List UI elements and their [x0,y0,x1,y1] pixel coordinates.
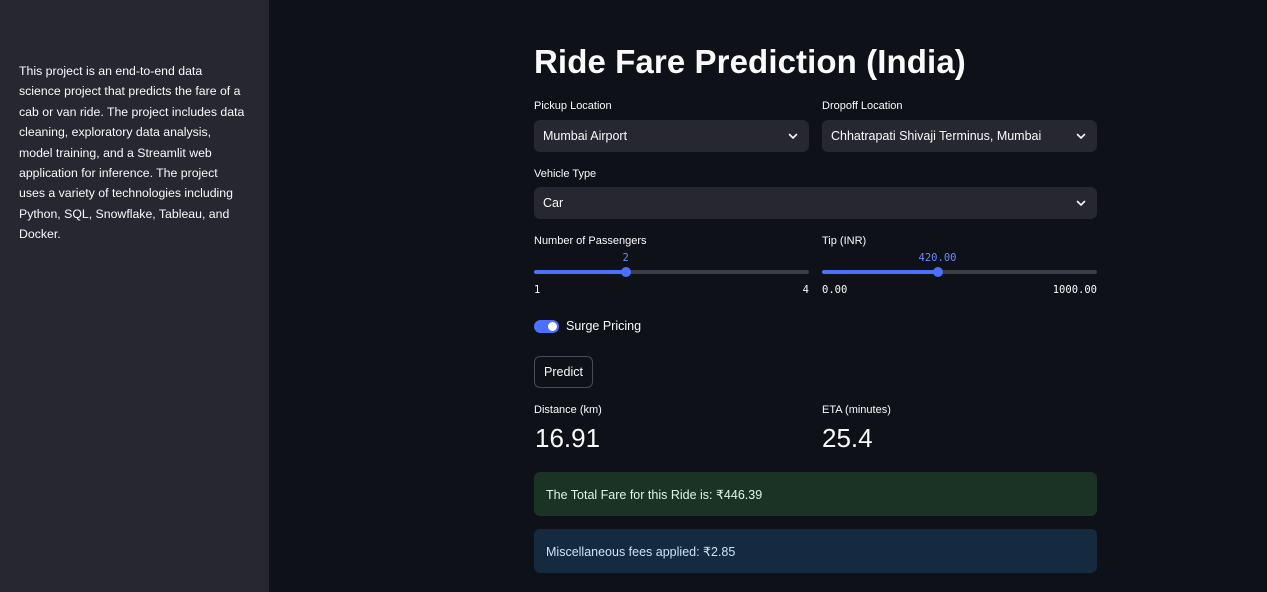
dropoff-select[interactable]: Chhatrapati Shivaji Terminus, Mumbai [822,120,1097,152]
chevron-down-icon [1075,130,1087,142]
tip-fill [822,270,938,274]
dropoff-value: Chhatrapati Shivaji Terminus, Mumbai [831,129,1042,143]
main-content: Ride Fare Prediction (India) Pickup Loca… [534,0,1097,592]
pickup-value: Mumbai Airport [543,129,628,143]
distance-label: Distance (km) [534,404,602,416]
dropoff-label: Dropoff Location [822,100,903,112]
passengers-current-value: 2 [622,252,629,264]
total-fare-alert: The Total Fare for this Ride is: ₹446.39 [534,472,1097,516]
misc-fees-text: Miscellaneous fees applied: ₹2.85 [546,544,736,559]
eta-value: 25.4 [822,423,873,453]
misc-fees-alert: Miscellaneous fees applied: ₹2.85 [534,529,1097,573]
tip-label: Tip (INR) [822,235,867,247]
vehicle-select[interactable]: Car [534,187,1097,219]
passengers-min: 1 [534,284,541,296]
surge-pricing-toggle[interactable] [534,319,559,333]
sidebar-description: This project is an end-to-end data scien… [19,64,245,242]
page-title: Ride Fare Prediction (India) [534,43,966,80]
passengers-fill [534,270,626,274]
sidebar: This project is an end-to-end data scien… [0,0,269,592]
eta-label: ETA (minutes) [822,404,891,416]
passengers-track[interactable] [534,270,809,274]
pickup-select[interactable]: Mumbai Airport [534,120,809,152]
tip-track[interactable] [822,270,1097,274]
tip-max: 1000.00 [1052,284,1097,296]
pickup-label: Pickup Location [534,100,612,112]
passengers-slider[interactable]: 2 1 4 [534,252,809,302]
passengers-slider-handle[interactable] [620,267,631,277]
tip-slider-handle[interactable] [932,267,943,277]
distance-value: 16.91 [535,423,601,453]
vehicle-label: Vehicle Type [534,168,597,180]
toggle-knob [548,321,557,331]
total-fare-text: The Total Fare for this Ride is: ₹446.39 [546,487,763,502]
tip-slider[interactable]: 420.00 0.00 1000.00 [822,252,1097,302]
chevron-down-icon [1075,197,1087,209]
vehicle-value: Car [543,196,564,210]
surge-pricing-toggle-row[interactable]: Surge Pricing [534,319,641,333]
passengers-label: Number of Passengers [534,235,647,247]
surge-pricing-label: Surge Pricing [566,319,642,333]
chevron-down-icon [787,130,799,142]
tip-min: 0.00 [822,284,848,296]
passengers-max: 4 [802,284,809,296]
predict-button[interactable]: Predict [534,356,593,388]
tip-current-value: 420.00 [918,252,957,264]
